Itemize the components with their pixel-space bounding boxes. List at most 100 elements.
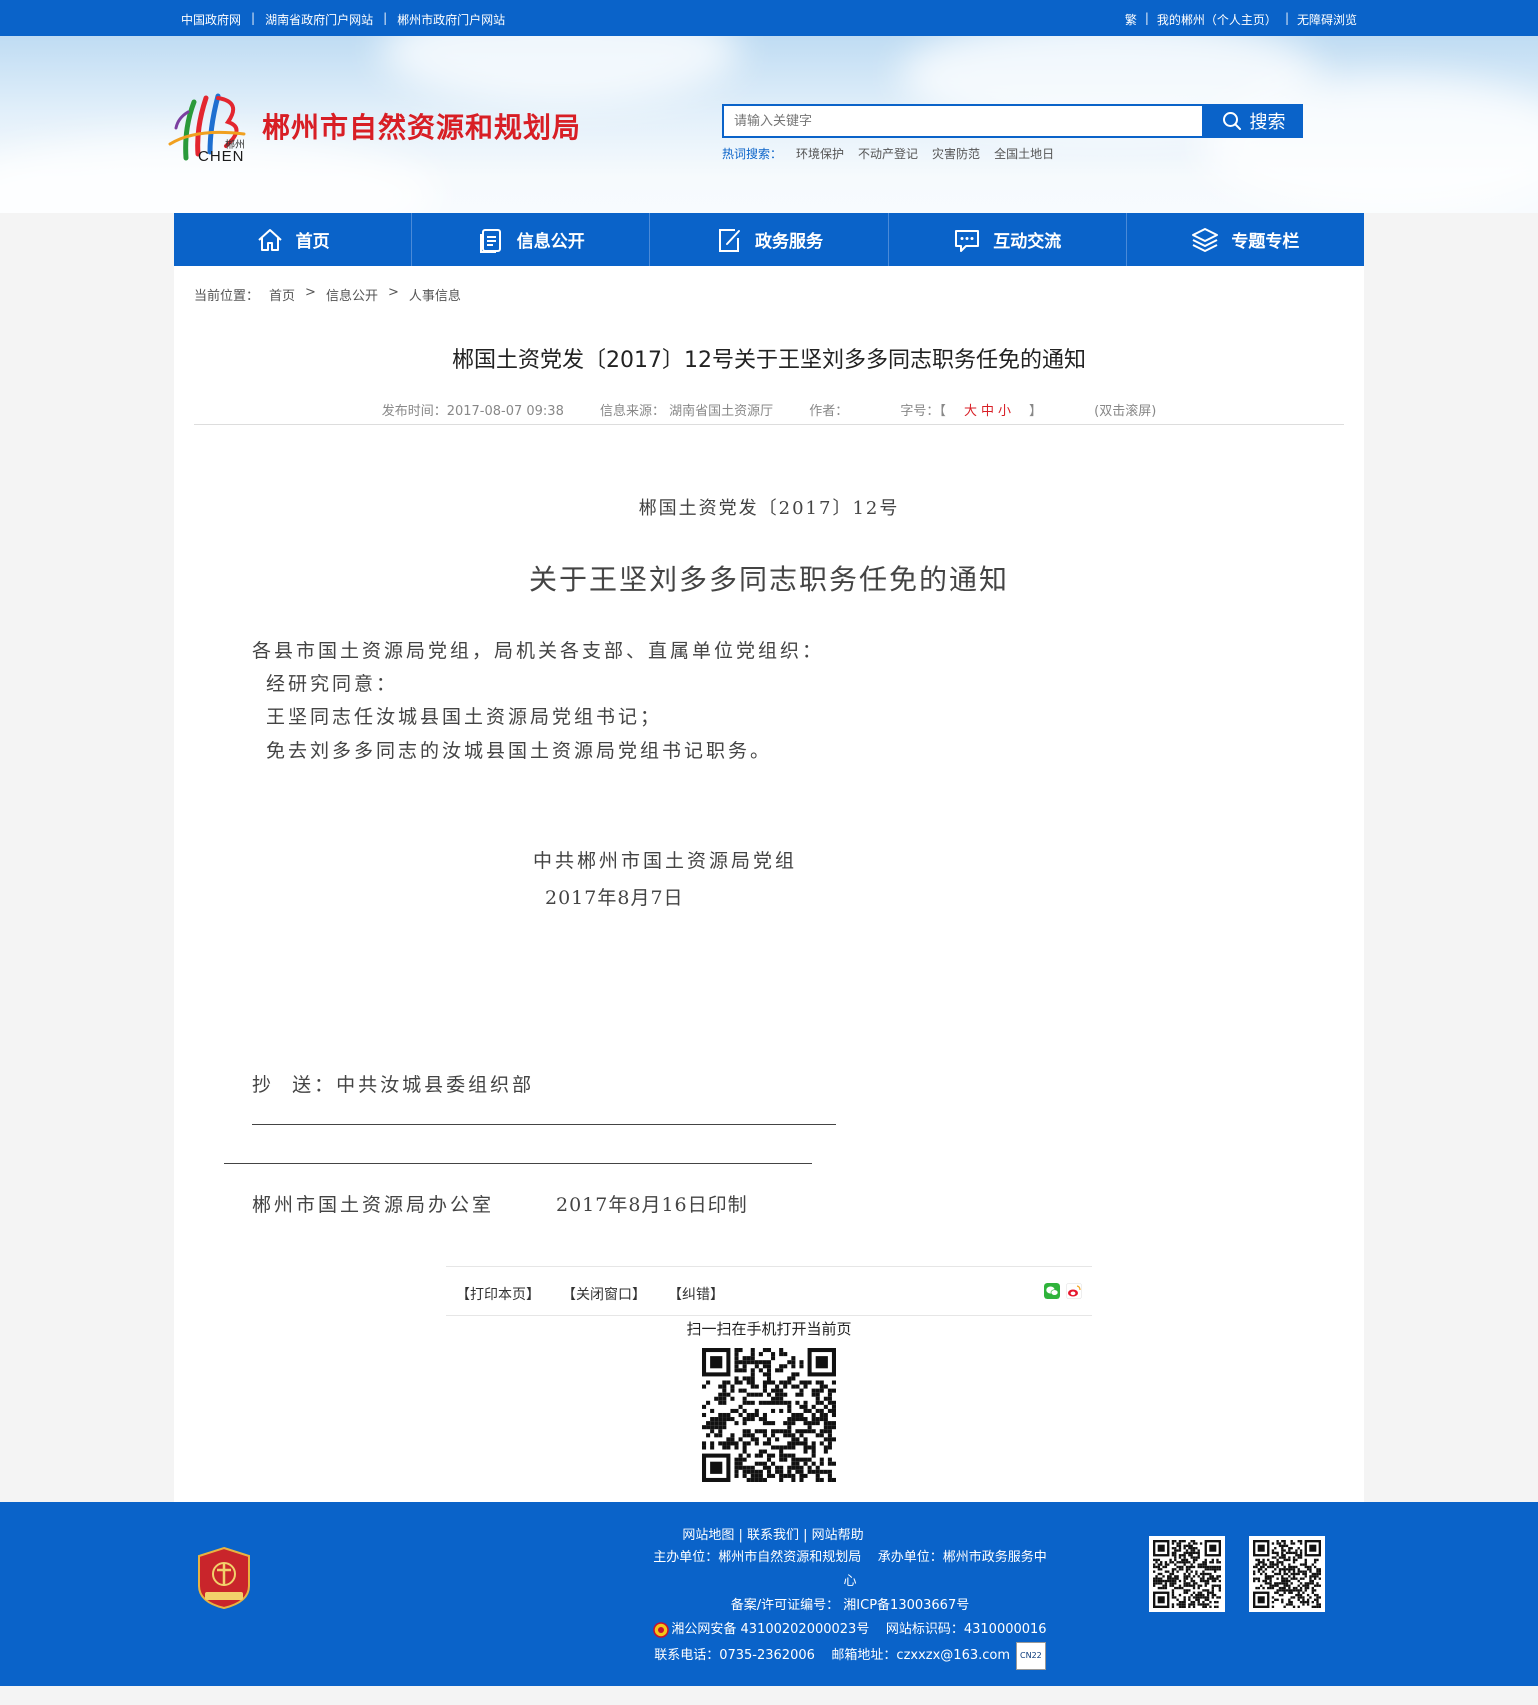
hot-word[interactable]: 环境保护 (796, 145, 844, 162)
nav-label: 信息公开 (516, 232, 585, 252)
logo-text-en: CHEN (198, 148, 245, 165)
party-organ-badge-icon[interactable] (197, 1546, 251, 1610)
separator: | (1284, 11, 1289, 25)
home-icon (257, 228, 282, 251)
document-office: 郴州市国土资源局办公室 (252, 1194, 495, 1216)
chat-icon (955, 229, 980, 252)
article-meta: 发布时间：2017-08-07 09:38 信息来源： 湖南省国土资源厅 作者：… (174, 400, 1364, 419)
report-error-button[interactable]: 【纠错】 (668, 1284, 724, 1304)
nav-label: 专题专栏 (1231, 232, 1300, 252)
author: 作者： (809, 404, 849, 419)
footer-host-cont: 心 (843, 1574, 857, 1589)
link-hunan-portal[interactable]: 湖南省政府门户网站 (265, 11, 373, 28)
nav-item-interaction[interactable]: 互动交流 (889, 213, 1127, 266)
close-window-button[interactable]: 【关闭窗口】 (562, 1284, 646, 1304)
document-line: 经研究同意： (266, 673, 399, 695)
footer-icp[interactable]: 备案/许可证编号： 湘ICP备13003667号 (630, 1594, 1070, 1618)
link-gov-cn[interactable]: 中国政府网 (181, 11, 241, 28)
breadcrumb-sep: > (305, 285, 316, 300)
article-title: 郴国土资党发〔2017〕12号关于王坚刘多多同志职务任免的通知 (452, 348, 1086, 373)
font-size-small[interactable]: 小 (998, 404, 1011, 419)
document-title: 关于王坚刘多多同志职务任免的通知 (528, 563, 1009, 596)
edit-icon (719, 228, 740, 252)
share-buttons (1044, 1283, 1082, 1299)
breadcrumb: 当前位置： 首页 > 信息公开 > 人事信息 (194, 285, 461, 304)
document-icon (479, 228, 501, 253)
nav-item-home[interactable]: 首页 (174, 213, 413, 266)
cloud-decor (380, 36, 740, 106)
font-size-label: 字号：【 (900, 404, 946, 419)
qr-code-icon (1153, 1540, 1221, 1608)
document-rule (224, 1163, 812, 1164)
breadcrumb-label: 当前位置： (194, 289, 260, 304)
hot-search-label: 热词搜索： (722, 147, 783, 161)
document-number: 郴国土资党发〔2017〕12号 (638, 498, 900, 519)
document-rule (252, 1124, 836, 1125)
footer-police-row: 湘公网安备 43100202000023号 网站标识码：4310000016 (630, 1618, 1070, 1642)
weibo-icon[interactable] (1066, 1283, 1082, 1299)
nav-label: 首页 (295, 232, 330, 252)
document-line: 免去刘多多同志的汝城县国土资源局党组书记职务。 (266, 740, 773, 762)
page-bottom-strip (0, 1686, 1538, 1705)
footer-police[interactable]: 湘公网安备 43100202000023号 网站标识码：4310000016 (671, 1618, 1046, 1642)
footer-host: 主办单位：郴州市自然资源和规划局 承办单位：郴州市政务服务中 (653, 1550, 1047, 1565)
wechat-qr-code (1149, 1536, 1225, 1612)
font-size-end: 】 (1028, 404, 1042, 419)
top-links-left: 中国政府网 | 湖南省政府门户网站 | 郴州市政府门户网站 (181, 11, 505, 28)
document-line: 王坚同志任汝城县国土资源局党组书记； (266, 706, 663, 728)
nav-label: 互动交流 (993, 232, 1062, 252)
search-button[interactable]: 搜索 (1204, 104, 1303, 138)
document-signature: 中共郴州市国土资源局党组 (533, 850, 798, 872)
breadcrumb-info-public[interactable]: 信息公开 (326, 285, 378, 304)
hot-word[interactable]: 不动产登记 (858, 145, 918, 162)
document-cc: 抄 送：中共汝城县委组织部 (252, 1074, 535, 1096)
document-salutation: 各县市国土资源局党组，局机关各支部、直属单位党组织： (252, 640, 825, 662)
cnzz-badge[interactable]: CN22 (1016, 1642, 1046, 1670)
traditional-chinese-link[interactable]: 繁 (1125, 11, 1137, 28)
layers-icon (1192, 227, 1219, 252)
search-icon (1222, 112, 1241, 130)
breadcrumb-sep: > (387, 285, 399, 300)
breadcrumb-personnel[interactable]: 人事信息 (409, 285, 461, 304)
my-chenzhou-link[interactable]: 我的郴州（个人主页） (1157, 11, 1277, 28)
font-size-large[interactable]: 大 (964, 404, 977, 419)
divider (194, 424, 1344, 425)
separator: | (1144, 11, 1149, 25)
font-size-medium[interactable]: 中 (981, 404, 994, 419)
nav-label: 政务服务 (755, 232, 823, 252)
wechat-icon[interactable] (1044, 1283, 1060, 1299)
scan-hint: 扫一扫在手机打开当前页 (686, 1320, 852, 1338)
hot-word[interactable]: 全国土地日 (994, 145, 1054, 162)
document-print-date: 2017年8月16日印制 (556, 1194, 748, 1216)
top-links-right: 繁 | 我的郴州（个人主页） | 无障碍浏览 (1125, 11, 1357, 28)
site-footer: 网站地图 | 联系我们 | 网站帮助 主办单位：郴州市自然资源和规划局 承办单位… (0, 1502, 1538, 1686)
print-button[interactable]: 【打印本页】 (456, 1284, 540, 1304)
police-badge-icon (653, 1622, 670, 1638)
hot-word[interactable]: 灾害防范 (932, 145, 980, 162)
footer-contact: 联系电话：0735-2362006 邮箱地址：czxxzx@163.com (654, 1648, 1011, 1663)
breadcrumb-home[interactable]: 首页 (269, 285, 295, 304)
search-box (722, 104, 1204, 138)
font-size-control: 字号：【 大中小 】 (884, 404, 1058, 419)
content-panel: 当前位置： 首页 > 信息公开 > 人事信息 郴国土资党发〔2017〕12号关于… (174, 266, 1364, 1502)
footer-contact-row: 联系电话：0735-2362006 邮箱地址：czxxzx@163.com CN… (630, 1642, 1070, 1670)
site-title[interactable]: 郴州市自然资源和规划局 (262, 106, 581, 146)
main-nav: 首页 信息公开 政务服务 互动交流 专题专栏 (174, 213, 1364, 266)
qr-code-icon (1253, 1540, 1321, 1608)
accessibility-link[interactable]: 无障碍浏览 (1297, 11, 1357, 28)
search-input[interactable] (724, 106, 1202, 136)
nav-item-gov-service[interactable]: 政务服务 (650, 213, 889, 266)
link-chenzhou-portal[interactable]: 郴州市政府门户网站 (397, 11, 505, 28)
top-bar: 中国政府网 | 湖南省政府门户网站 | 郴州市政府门户网站 繁 | 我的郴州（个… (0, 0, 1538, 36)
publish-time: 发布时间：2017-08-07 09:38 (381, 404, 564, 419)
nav-item-special-topics[interactable]: 专题专栏 (1127, 213, 1364, 266)
hot-search-words: 热词搜索： 环境保护 不动产登记 灾害防范 全国土地日 (722, 145, 1054, 162)
separator: | (383, 11, 388, 25)
double-click-scroll[interactable]: (双击滚屏) (1094, 404, 1156, 419)
nav-item-info-public[interactable]: 信息公开 (412, 213, 651, 266)
article-tools: 【打印本页】 【关闭窗口】 【纠错】 (446, 1266, 1092, 1316)
document-date: 2017年8月7日 (545, 887, 684, 909)
separator: | (251, 11, 256, 25)
page-qr-code (702, 1348, 836, 1482)
search-button-label: 搜索 (1249, 112, 1286, 133)
